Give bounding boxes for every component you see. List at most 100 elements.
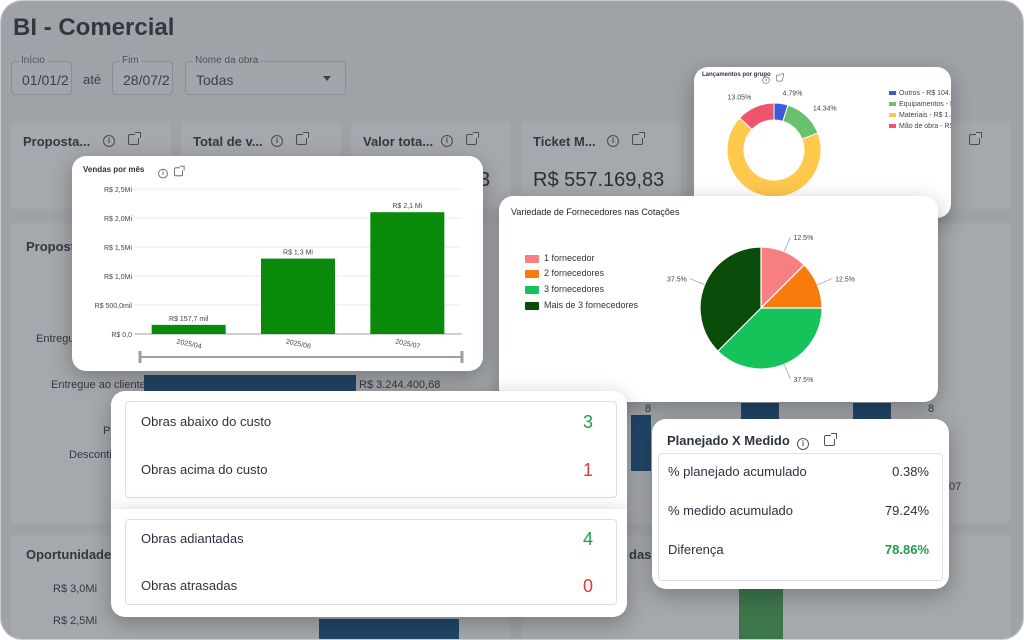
row-value: 3	[582, 412, 593, 432]
bar-value-label: 8	[928, 403, 935, 415]
bar	[631, 415, 651, 471]
axis-tick-label: R$ 2,5Mi	[53, 615, 98, 627]
x-tick-label: 2025/04	[176, 338, 202, 350]
row-label: Obras acima do custo	[141, 462, 268, 477]
info-icon[interactable]: i	[441, 135, 453, 147]
legend-label: Materiais - R$ 1.479.519,32	[899, 112, 951, 119]
legend-label: Mão de obra - R$ 344.539,00	[899, 123, 951, 130]
row-value: 1	[582, 460, 593, 480]
label-leader	[689, 278, 705, 285]
row-label: Obras atrasadas	[141, 578, 238, 593]
bar-value-label: R$ 3.244.400,68	[359, 379, 441, 391]
bar-category-label: Desconti	[69, 449, 112, 461]
custo-card: Obras abaixo do custo 3 Obras acima do c…	[111, 391, 627, 511]
diferenca-row: Diferença 78.86%	[668, 542, 929, 557]
info-icon[interactable]: i	[271, 135, 283, 147]
date-range-separator: até	[83, 72, 102, 87]
fornecedores-pie-chart: 12.5% 12.5% 37.5% 37.5%	[667, 235, 855, 384]
data-label: R$ 1,3 Mi	[283, 250, 313, 257]
bar	[739, 589, 783, 639]
label-leader	[817, 278, 833, 285]
y-tick-label: R$ 0,0	[111, 332, 132, 339]
bar	[319, 619, 459, 639]
end-date-field[interactable]: Fim 28/07/2	[112, 55, 173, 95]
data-label: 4.79%	[783, 91, 803, 98]
legend-swatch	[889, 102, 896, 106]
row-value: 0.38%	[892, 464, 929, 479]
data-label: 37.5%	[667, 277, 687, 284]
label-leader	[784, 364, 791, 380]
row-label: % medido acumulado	[668, 503, 794, 518]
fornecedores-card: Variedade de Fornecedores nas Cotações 1…	[499, 196, 938, 402]
external-link-icon[interactable]	[466, 132, 479, 145]
x-tick-label: 2025/06	[285, 338, 311, 350]
bar-value-label: 8	[645, 403, 652, 415]
bar-category-label: P	[103, 425, 111, 437]
obra-select[interactable]: Nome da obra Todas	[185, 55, 346, 95]
y-tick-label: R$ 500,0mil	[95, 303, 133, 310]
row-label: Obras adiantadas	[141, 531, 244, 546]
y-tick-label: R$ 2,0Mi	[104, 216, 132, 223]
end-date-label: Fim	[120, 55, 141, 66]
row-value: 78.86%	[884, 542, 929, 557]
external-link-icon[interactable]	[296, 132, 309, 145]
x-tick-label: 2025/07	[395, 338, 421, 350]
kpi-value: R$ 557.169,83	[533, 169, 665, 191]
legend-label: Equipamentos - R$ 313.505,32	[899, 101, 951, 108]
data-label: 12.5%	[835, 277, 855, 284]
obra-select-label: Nome da obra	[193, 55, 261, 66]
external-link-icon[interactable]	[969, 132, 982, 145]
info-icon[interactable]: i	[797, 438, 809, 450]
panel-title: Oportunidades	[26, 547, 119, 562]
app-frame: BI - Comercial Início 01/01/2 até Fim 28…	[0, 0, 1024, 640]
data-label: 12.5%	[793, 235, 813, 242]
vendas-bar-chart: R$ 0,0 R$ 500,0mil R$ 1,0Mi R$ 1,5Mi R$ 2,0M…	[95, 187, 464, 363]
legend-swatch	[889, 124, 896, 128]
planejado-medido-card: Planejado X Medido i % planejado acumula…	[652, 419, 949, 589]
card-title: Planejado X Medido	[667, 433, 790, 448]
info-icon[interactable]: i	[607, 135, 619, 147]
kpi-title: Proposta...	[23, 134, 91, 149]
y-tick-label: R$ 1,0Mi	[104, 274, 132, 281]
legend-label: Outros - R$ 104.360,65	[899, 90, 951, 97]
start-date-label: Início	[19, 55, 47, 66]
y-tick-label: R$ 1,5Mi	[104, 245, 132, 252]
data-label: R$ 157,7 mil	[169, 316, 209, 323]
label-leader	[784, 236, 791, 252]
data-label: R$ 2,1 Mi	[392, 203, 422, 210]
row-label: Diferença	[668, 542, 724, 557]
info-icon[interactable]: i	[103, 135, 115, 147]
external-link-icon[interactable]	[824, 433, 837, 446]
row-value: 4	[582, 529, 593, 549]
external-link-icon[interactable]	[128, 132, 141, 145]
prazo-card: Obras adiantadas 4 Obras atrasadas 0	[111, 509, 627, 617]
chevron-down-icon[interactable]	[323, 76, 331, 81]
medido-row: % medido acumulado 79.24%	[668, 503, 929, 518]
legend-swatch	[889, 113, 896, 117]
obra-select-value: Todas	[196, 72, 234, 88]
start-date-field[interactable]: Início 01/01/2	[11, 55, 72, 95]
bar	[151, 324, 226, 334]
end-date-value: 28/07/2	[123, 72, 170, 88]
data-label: 13.05%	[728, 95, 752, 102]
bar-category-label: Entregue ao cliente	[51, 379, 146, 391]
row-value: 79.24%	[884, 503, 929, 518]
external-link-icon[interactable]	[632, 132, 645, 145]
data-label: 37.5%	[793, 377, 813, 384]
panel-title: das	[629, 547, 652, 562]
bar	[261, 258, 335, 334]
page-title: BI - Comercial	[13, 14, 175, 41]
planejado-row: % planejado acumulado 0.38%	[668, 464, 929, 479]
data-label: 14.34%	[813, 105, 837, 112]
legend-swatch	[889, 91, 896, 95]
kpi-title: Valor tota...	[363, 134, 434, 149]
axis-tick-label: R$ 3,0Mi	[53, 583, 98, 595]
row-label: % planejado acumulado	[668, 464, 807, 479]
bar	[370, 212, 445, 334]
vendas-por-mes-card: Vendas por mês i R$ 0,0 R$ 500,0mil R$ 1,0…	[72, 156, 483, 371]
row-value: 0	[582, 576, 593, 596]
y-tick-label: R$ 2,5Mi	[104, 187, 132, 194]
kpi-title: Ticket M...	[533, 134, 596, 149]
start-date-value: 01/01/2	[22, 72, 69, 88]
kpi-title: Total de v...	[193, 134, 263, 149]
